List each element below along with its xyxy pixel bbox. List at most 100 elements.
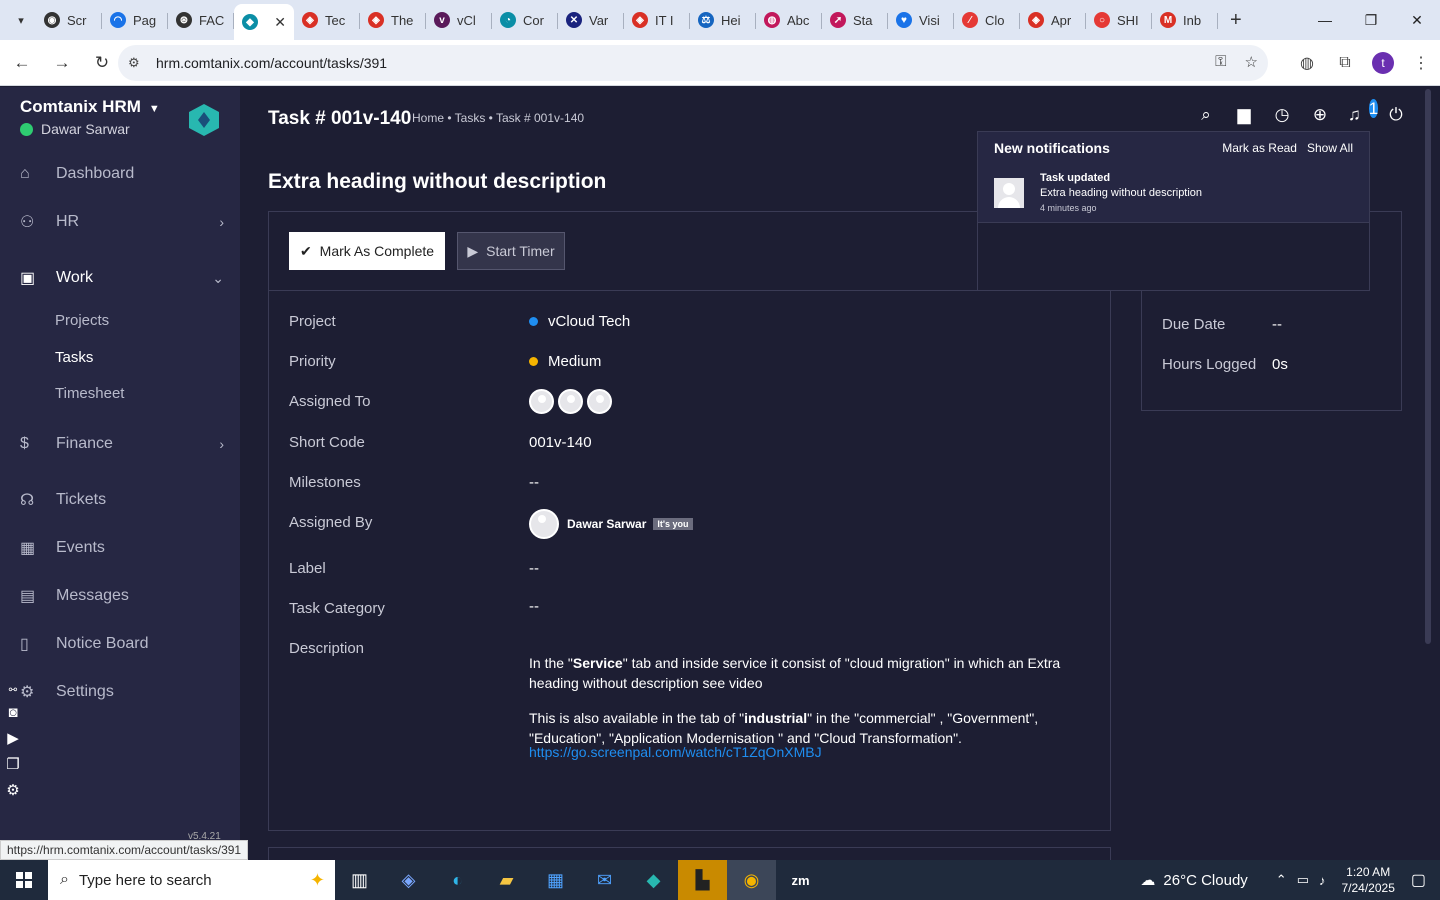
sticky-note-icon[interactable]: ▆	[1234, 105, 1254, 127]
video-icon[interactable]: ▶	[7, 729, 19, 747]
favicon-icon: M	[1160, 12, 1176, 28]
weather-widget[interactable]: ☁ 26°C Cloudy	[1140, 871, 1247, 890]
sidebar-item-settings[interactable]: ⚙ Settings	[0, 672, 240, 712]
avatar[interactable]	[529, 509, 559, 539]
browser-tab[interactable]: ◆ ✕	[234, 4, 294, 40]
mark-complete-button[interactable]: ✔ Mark As Complete	[289, 232, 445, 270]
search-icon[interactable]: ⌕	[1196, 105, 1216, 127]
profile-avatar[interactable]: t	[1372, 52, 1394, 74]
clock-icon[interactable]: ◷	[1272, 105, 1292, 127]
sidebar-subitem-tasks[interactable]: Tasks	[55, 349, 93, 366]
scrollbar-thumb[interactable]	[1425, 89, 1431, 644]
project-value[interactable]: vCloud Tech	[529, 313, 630, 330]
store-icon[interactable]: ▦	[531, 860, 580, 900]
description-paragraph-1: In the "Service" tab and inside service …	[529, 653, 1089, 693]
chevron-up-icon[interactable]: ⌃	[1276, 872, 1287, 888]
notification-time: 4 minutes ago	[1040, 203, 1097, 213]
network-icon[interactable]: ▭	[1297, 872, 1309, 888]
sidebar-item-work[interactable]: ▣ Work ⌄	[0, 258, 240, 298]
browser-tab[interactable]: M Inb	[1152, 4, 1218, 36]
task-view-icon[interactable]: ▥	[335, 860, 384, 900]
assigned-by-name[interactable]: Dawar Sarwar	[567, 517, 646, 531]
copilot-icon[interactable]: ◈	[384, 860, 433, 900]
project-color-dot	[529, 317, 538, 326]
sidebar-item-messages[interactable]: ▤ Messages	[0, 576, 240, 616]
taskbar-clock[interactable]: 1:20 AM 7/24/2025	[1341, 864, 1394, 896]
browser-tab[interactable]: ⊛ FAC	[168, 4, 234, 36]
sticky-notes-icon[interactable]: ▙	[678, 860, 727, 900]
project-name: vCloud Tech	[548, 313, 631, 330]
camera-icon[interactable]: ◙	[8, 704, 17, 721]
browser-tab[interactable]: ♥ Visi	[888, 4, 954, 36]
tab-search-button[interactable]: ▾	[6, 5, 36, 35]
address-bar[interactable]: ⚙ hrm.comtanix.com/account/tasks/391 ⚿ ☆	[118, 45, 1268, 81]
video-link[interactable]: https://go.screenpal.com/watch/cT1ZqOnXM…	[529, 744, 822, 760]
zoom-icon[interactable]: zm	[776, 860, 825, 900]
browser-tab[interactable]: ◈ Apr	[1020, 4, 1086, 36]
browser-tab[interactable]: ◉ Scr	[36, 4, 102, 36]
browser-tab[interactable]: ◈ IT I	[624, 4, 690, 36]
avatar[interactable]	[558, 389, 583, 414]
add-circle-icon[interactable]: ⊕	[1310, 105, 1330, 127]
bookmark-star-icon[interactable]: ☆	[1245, 53, 1258, 71]
sidebar-subitem-timesheet[interactable]: Timesheet	[55, 385, 124, 402]
browser-tab[interactable]: ⚖ Hei	[690, 4, 756, 36]
windows-icon[interactable]: ❐	[6, 755, 19, 773]
new-tab-button[interactable]: +	[1230, 9, 1242, 32]
minimize-icon[interactable]: —	[1302, 0, 1348, 40]
edge-icon[interactable]: ◐	[433, 860, 482, 900]
notification-item[interactable]: Task updated Extra heading without descr…	[978, 163, 1369, 223]
translate-icon[interactable]: ◍	[1288, 53, 1326, 73]
browser-tab[interactable]: ◍ Abc	[756, 4, 822, 36]
breadcrumb[interactable]: Home • Tasks • Task # 001v-140	[412, 111, 584, 125]
browser-tab[interactable]: ◔ Cor	[492, 4, 558, 36]
chrome-icon[interactable]: ◉	[727, 860, 776, 900]
power-icon[interactable]: ⏻	[1386, 105, 1406, 127]
bell-icon[interactable]: ♫ 1	[1348, 99, 1379, 127]
browser-tab[interactable]: ◠ Pag	[102, 4, 168, 36]
show-all-link[interactable]: Show All	[1307, 141, 1353, 155]
reload-icon[interactable]: ↻	[84, 45, 120, 81]
extensions-icon[interactable]: ⧉	[1326, 54, 1364, 72]
url-text[interactable]: hrm.comtanix.com/account/tasks/391	[156, 55, 387, 71]
start-timer-button[interactable]: ▶ Start Timer	[457, 232, 565, 270]
assignee-avatars	[529, 389, 616, 414]
sidebar-item-dashboard[interactable]: ⌂ Dashboard	[0, 154, 240, 194]
sidebar-item-tickets[interactable]: ☊ Tickets	[0, 480, 240, 520]
browser-tab[interactable]: ◈ The	[360, 4, 426, 36]
browser-tab[interactable]: ➚ Sta	[822, 4, 888, 36]
site-info-icon[interactable]: ⚙	[128, 55, 148, 71]
page-scrollbar[interactable]	[1424, 87, 1432, 860]
browser-tab[interactable]: ◈ Tec	[294, 4, 360, 36]
close-window-icon[interactable]: ✕	[1394, 0, 1440, 40]
link-icon[interactable]: ⚯	[9, 685, 17, 696]
forward-icon[interactable]: →	[44, 45, 80, 81]
password-key-icon[interactable]: ⚿	[1215, 53, 1226, 71]
file-explorer-icon[interactable]: ▰	[482, 860, 531, 900]
volume-icon[interactable]: ♪	[1319, 873, 1326, 888]
browser-tab[interactable]: v vCl	[426, 4, 492, 36]
sidebar-item-hr[interactable]: ⚇ HR ›	[0, 202, 240, 242]
back-icon[interactable]: ←	[4, 45, 40, 81]
due-date-label: Due Date	[1162, 316, 1226, 333]
avatar[interactable]	[587, 389, 612, 414]
taskbar-search[interactable]: ⌕ Type here to search ✦	[48, 860, 335, 900]
brand-switcher[interactable]: Comtanix HRM ▼	[20, 97, 160, 117]
browser-tab[interactable]: ⁄ Clo	[954, 4, 1020, 36]
gear-icon[interactable]: ⚙	[6, 781, 19, 799]
sidebar-subitem-projects[interactable]: Projects	[55, 312, 109, 329]
sidebar-item-events[interactable]: ▦ Events	[0, 528, 240, 568]
browser-tab[interactable]: ○ SHI	[1086, 4, 1152, 36]
sidebar-item-notice-board[interactable]: ▯ Notice Board	[0, 624, 240, 664]
sidebar-item-finance[interactable]: $ Finance ›	[0, 424, 240, 464]
close-tab-icon[interactable]: ✕	[274, 14, 286, 31]
mail-icon[interactable]: ✉	[580, 860, 629, 900]
hrm-app-icon[interactable]: ◆	[629, 860, 678, 900]
mark-as-read-link[interactable]: Mark as Read	[1222, 141, 1297, 155]
restore-icon[interactable]: ❐	[1348, 0, 1394, 40]
start-button[interactable]	[0, 860, 48, 900]
avatar[interactable]	[529, 389, 554, 414]
browser-menu-icon[interactable]: ⋮	[1402, 53, 1440, 73]
action-center-icon[interactable]: ▢	[1411, 870, 1426, 890]
browser-tab[interactable]: ✕ Var	[558, 4, 624, 36]
